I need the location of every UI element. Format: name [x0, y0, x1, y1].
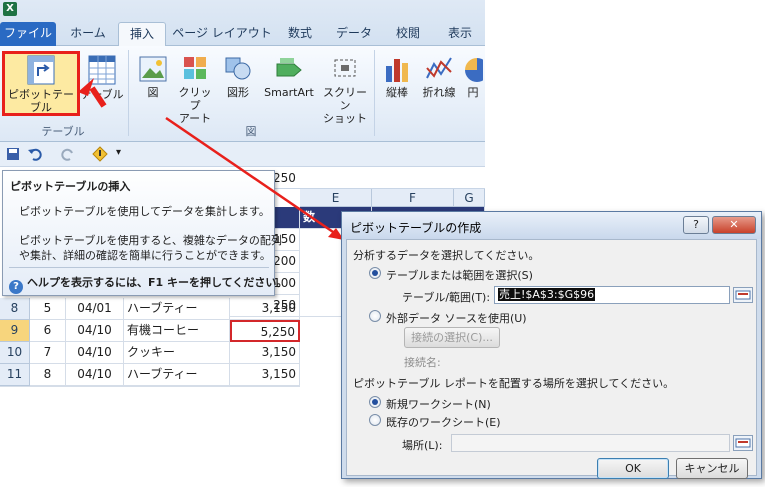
location-picker-button[interactable]: [733, 435, 753, 451]
location-input[interactable]: [451, 434, 730, 452]
radio-existing-worksheet[interactable]: [369, 414, 381, 426]
radio-new-worksheet[interactable]: [369, 396, 381, 408]
radio-table-range-label[interactable]: テーブルまたは範囲を選択(S): [386, 267, 533, 283]
annotation-arrow-short: [89, 86, 107, 108]
location-label: 場所(L):: [402, 439, 443, 452]
radio-existing-worksheet-label[interactable]: 既存のワークシート(E): [386, 414, 501, 430]
annotation-arrowhead: [78, 78, 94, 96]
create-pivot-dialog: ピボットテーブルの作成 ? ✕ 分析するデータを選択してください。 テーブルまた…: [341, 211, 762, 479]
ok-button[interactable]: OK: [597, 458, 669, 479]
radio-new-worksheet-label[interactable]: 新規ワークシート(N): [386, 396, 491, 412]
range-label: テーブル/範囲(T):: [402, 291, 491, 304]
dialog-title-bar: ピボットテーブルの作成 ? ✕: [342, 212, 761, 239]
connection-name-label: 接続名:: [404, 356, 441, 369]
range-input[interactable]: 売上!$A$3:$G$96: [494, 286, 730, 304]
cancel-button[interactable]: キャンセル: [676, 458, 748, 479]
choose-connection-button[interactable]: 接続の選択(C)...: [404, 327, 500, 348]
annotation-arrow-long: [165, 116, 337, 236]
radio-table-range[interactable]: [369, 267, 381, 279]
range-picker-button[interactable]: [733, 287, 753, 303]
collapse-dialog-icon: [735, 438, 751, 448]
collapse-dialog-icon: [735, 290, 751, 300]
radio-external-source-label[interactable]: 外部データ ソースを使用(U): [386, 310, 527, 326]
dialog-help-button[interactable]: ?: [683, 216, 709, 234]
dialog-close-button[interactable]: ✕: [712, 216, 756, 234]
dialog-body: 分析するデータを選択してください。 テーブルまたは範囲を選択(S) テーブル/範…: [346, 239, 757, 479]
section-location-label: ピボットテーブル レポートを配置する場所を選択してください。: [353, 377, 675, 390]
radio-external-source[interactable]: [369, 310, 381, 322]
section-data-label: 分析するデータを選択してください。: [353, 249, 540, 262]
range-input-value: 売上!$A$3:$G$96: [498, 288, 596, 301]
dialog-title: ピボットテーブルの作成: [350, 221, 482, 235]
